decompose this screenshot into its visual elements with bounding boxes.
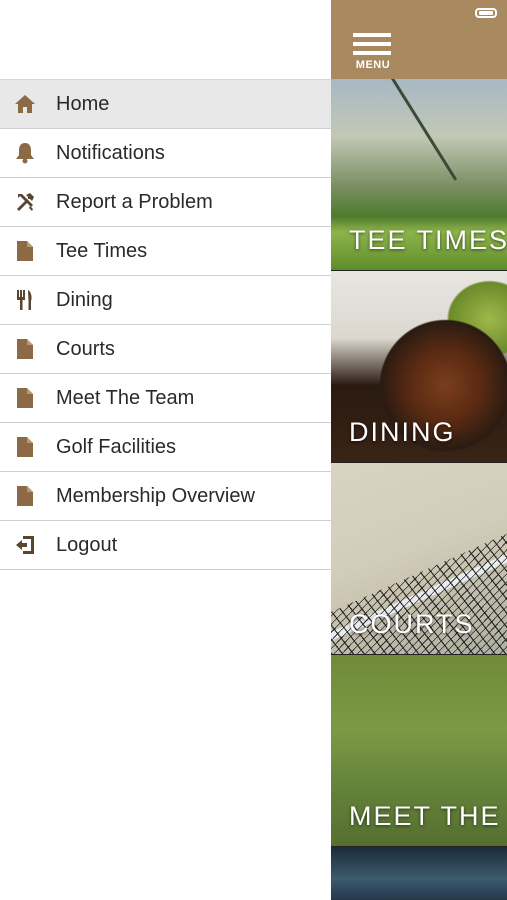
menu-item-home[interactable]: Home xyxy=(0,79,331,129)
home-icon xyxy=(13,93,37,115)
bell-icon xyxy=(13,142,37,164)
menu-item-courts[interactable]: Courts xyxy=(0,325,331,374)
tile-label: DINING xyxy=(349,417,456,447)
logout-icon xyxy=(13,534,37,556)
document-icon xyxy=(13,338,37,360)
top-bar: MENU xyxy=(331,0,507,79)
menu-list: Home Notifications Report a Problem Tee … xyxy=(0,79,331,570)
menu-item-label: Courts xyxy=(56,338,115,360)
menu-item-tee-times[interactable]: Tee Times xyxy=(0,227,331,276)
tile-meet-the-team[interactable]: MEET THE xyxy=(331,655,507,847)
menu-button[interactable]: MENU xyxy=(353,33,393,75)
menu-item-label: Golf Facilities xyxy=(56,436,177,458)
menu-item-label: Logout xyxy=(56,534,118,556)
tile-label: MEET THE xyxy=(349,801,501,831)
navigation-drawer: Home Notifications Report a Problem Tee … xyxy=(0,0,331,900)
menu-item-label: Dining xyxy=(56,289,113,311)
tile-tee-times[interactable]: TEE TIMES xyxy=(331,79,507,271)
hamburger-icon xyxy=(353,33,393,55)
tile-label: COURTS xyxy=(349,609,475,639)
menu-item-dining[interactable]: Dining xyxy=(0,276,331,325)
menu-button-label: MENU xyxy=(355,59,391,71)
tile-next[interactable] xyxy=(331,847,507,900)
menu-item-label: Notifications xyxy=(56,142,165,164)
tile-label: TEE TIMES xyxy=(349,225,507,255)
tile-dining[interactable]: DINING xyxy=(331,271,507,463)
document-icon xyxy=(13,436,37,458)
menu-item-label: Tee Times xyxy=(56,240,148,262)
menu-item-report-a-problem[interactable]: Report a Problem xyxy=(0,178,331,227)
golf-club-shaft xyxy=(391,79,458,181)
menu-item-label: Meet The Team xyxy=(56,387,195,409)
menu-item-label: Membership Overview xyxy=(56,485,255,507)
document-icon xyxy=(13,240,37,262)
menu-item-notifications[interactable]: Notifications xyxy=(0,129,331,178)
utensils-icon xyxy=(13,289,37,311)
tools-icon xyxy=(13,191,37,213)
menu-item-meet-the-team[interactable]: Meet The Team xyxy=(0,374,331,423)
menu-item-golf-facilities[interactable]: Golf Facilities xyxy=(0,423,331,472)
menu-item-label: Home xyxy=(56,93,110,115)
menu-item-logout[interactable]: Logout xyxy=(0,521,331,570)
tile-courts[interactable]: COURTS xyxy=(331,463,507,655)
document-icon xyxy=(13,387,37,409)
menu-item-membership-overview[interactable]: Membership Overview xyxy=(0,472,331,521)
battery-icon xyxy=(475,8,497,18)
main-content: MENU TEE TIMES DINING COURTS MEET THE xyxy=(331,0,507,900)
menu-item-label: Report a Problem xyxy=(56,191,213,213)
document-icon xyxy=(13,485,37,507)
